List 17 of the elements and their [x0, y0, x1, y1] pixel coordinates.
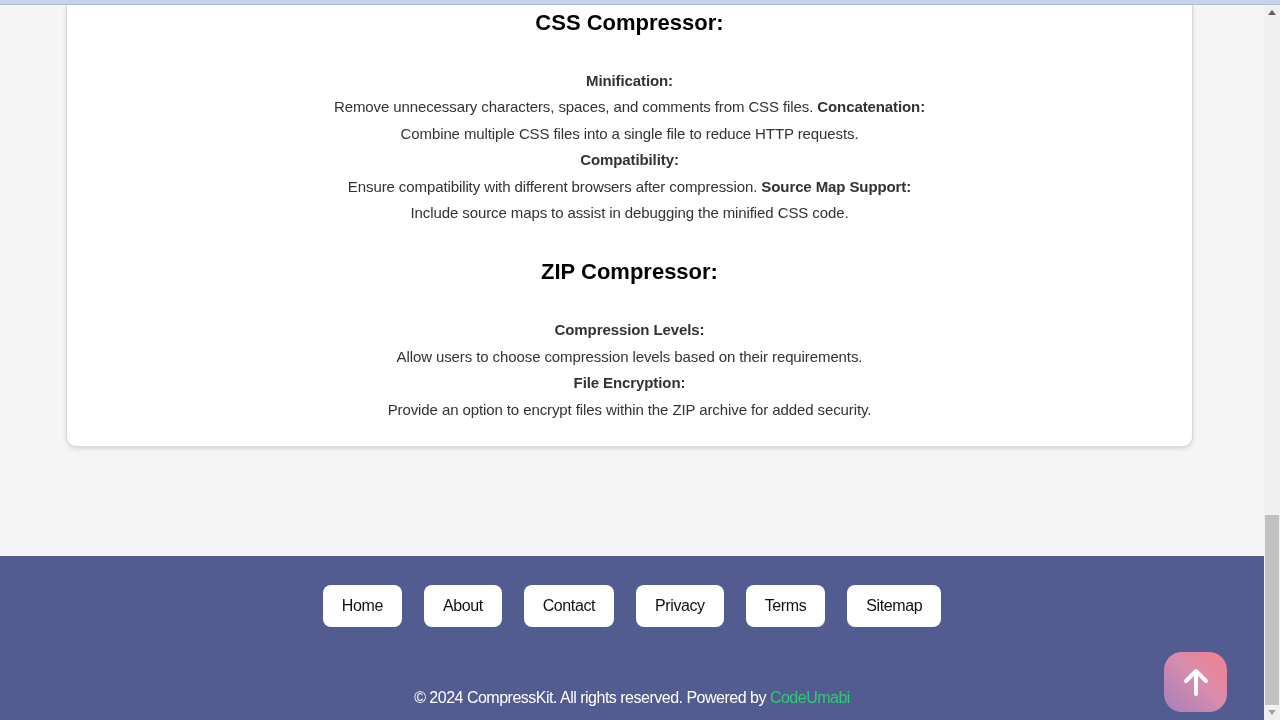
footer-link[interactable]: Sitemap	[847, 585, 942, 627]
section-heading: ZIP Compressor:	[541, 258, 718, 287]
section-heading: CSS Compressor:	[535, 9, 724, 37]
scrollbar-thumb[interactable]	[1265, 515, 1279, 705]
scrollbar[interactable]	[1264, 5, 1280, 720]
scroll-down-icon[interactable]	[1268, 710, 1276, 715]
footer-link[interactable]: About	[423, 585, 502, 627]
footer-link[interactable]: Privacy	[636, 585, 724, 627]
arrow-up-icon	[1183, 668, 1208, 696]
copyright-text: © 2024 CompressKit. All rights reserved. Powered by CodeUmabi	[414, 688, 850, 708]
footer-link[interactable]: Terms	[745, 585, 826, 627]
footer-link[interactable]: Contact	[523, 585, 615, 627]
scroll-up-icon[interactable]	[1268, 10, 1276, 15]
feature-description: Compression Levels: Allow users to choose compression levels based on their requirements. File Encryption: Provide an option to encrypt files within the ZIP archive for added security.	[387, 320, 872, 420]
scroll-to-top-button[interactable]	[1164, 652, 1227, 712]
feature-description: Minification: Remove unnecessary characters, spaces, and comments from CSS files. Concatenation: Combine multiple CSS files into a single file to reduce HTTP requests. Compatibility: Ensure compatibility with different browsers after compression. Source Map Support: Include source maps to assist in debugging the minified CSS code.	[333, 71, 926, 224]
footer-link[interactable]: Home	[322, 585, 402, 627]
